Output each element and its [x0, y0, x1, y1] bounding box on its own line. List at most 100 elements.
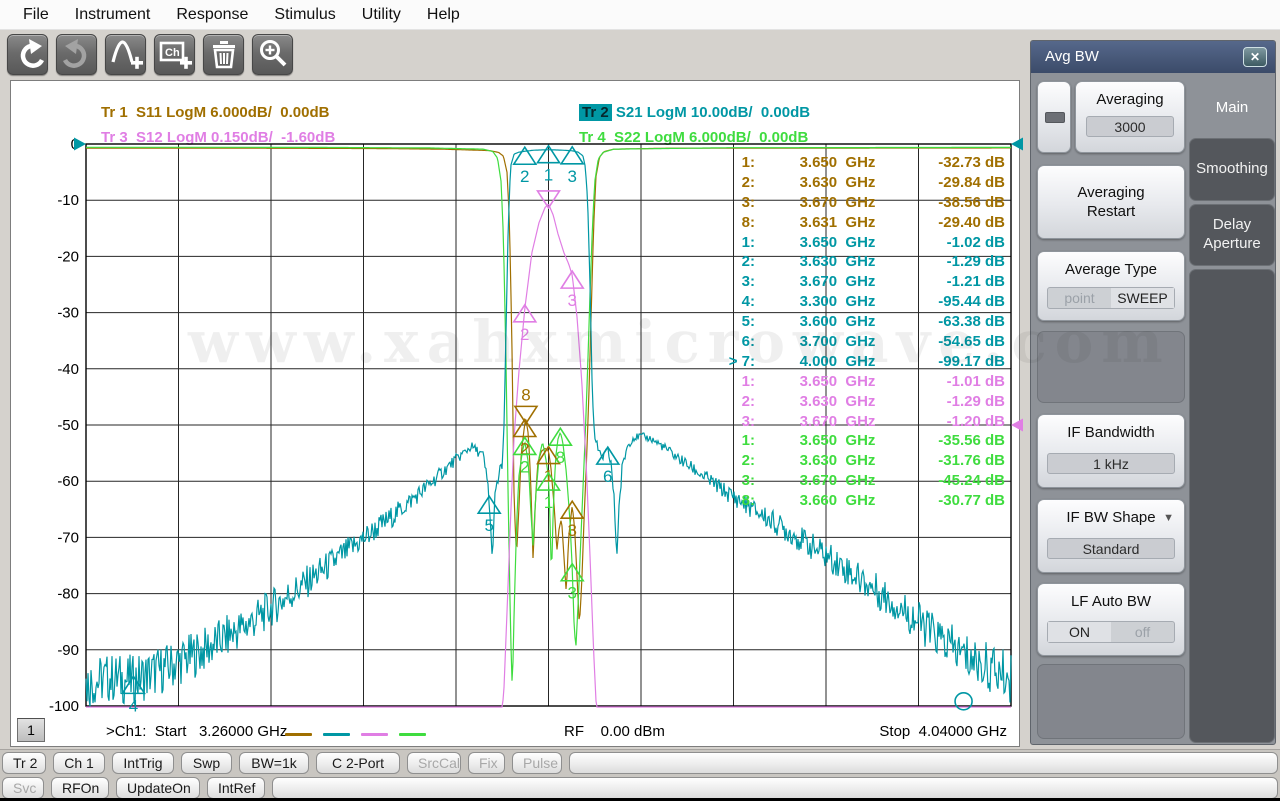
statusbar-rfon[interactable]: RFOn: [51, 777, 109, 799]
marker-value: -45.24 dB: [920, 471, 1005, 491]
tab-smoothing[interactable]: Smoothing: [1189, 138, 1275, 201]
marker-table-row: 1:3.650 GHz-32.73 dB: [713, 153, 1005, 173]
average-type-toggle[interactable]: point SWEEP: [1047, 287, 1175, 309]
marker-frequency: 3.670 GHz: [755, 471, 920, 491]
if-bandwidth-value[interactable]: 1 kHz: [1047, 453, 1175, 474]
tab-main[interactable]: Main: [1189, 77, 1275, 137]
marker-frequency: 3.670 GHz: [755, 412, 920, 432]
if-bw-shape-value[interactable]: Standard: [1047, 538, 1175, 559]
marker-table-row: 3:3.670 GHz-1.20 dB: [713, 412, 1005, 432]
statusbar-bw-1k[interactable]: BW=1k: [239, 752, 309, 774]
marker-number: > 7:: [713, 352, 755, 372]
lf-auto-bw-off-option[interactable]: off: [1111, 622, 1174, 642]
statusbar-swp[interactable]: Swp: [181, 752, 232, 774]
lf-auto-bw-button[interactable]: LF Auto BW ON off: [1037, 583, 1185, 656]
add-trace-button[interactable]: [105, 34, 146, 75]
averaging-restart-button[interactable]: Averaging Restart: [1037, 165, 1185, 239]
statusbar-ch-1[interactable]: Ch 1: [53, 752, 105, 774]
marker-label: 1: [544, 467, 553, 486]
marker-number: 3:: [713, 471, 755, 491]
marker-table-row: 2:3.630 GHz-31.76 dB: [713, 451, 1005, 471]
marker-frequency: 3.300 GHz: [755, 292, 920, 312]
marker-frequency: 3.630 GHz: [755, 173, 920, 193]
tab-strip-filler: [1189, 269, 1275, 743]
marker-value: -1.29 dB: [920, 252, 1005, 272]
reference-level-arrow[interactable]: [1011, 138, 1023, 151]
marker-value: -1.01 dB: [920, 372, 1005, 392]
statusbar-intref[interactable]: IntRef: [207, 777, 265, 799]
statusbar-tr-2[interactable]: Tr 2: [2, 752, 46, 774]
menu-item-stimulus[interactable]: Stimulus: [261, 0, 348, 30]
svg-text:Ch: Ch: [165, 47, 180, 59]
averaging-label: Averaging: [1076, 91, 1184, 108]
average-type-point-option[interactable]: point: [1048, 288, 1111, 308]
if-bandwidth-button[interactable]: IF Bandwidth 1 kHz: [1037, 414, 1185, 488]
chart-window: Tr 1 S11 LogM 6.000dB/ 0.00dB Tr 2 S21 L…: [10, 80, 1020, 747]
marker-frequency: 3.670 GHz: [755, 272, 920, 292]
averaging-restart-label: Averaging Restart: [1066, 183, 1156, 222]
menu-item-instrument[interactable]: Instrument: [62, 0, 164, 30]
averaging-value[interactable]: 3000: [1086, 116, 1174, 137]
delete-icon: [205, 35, 243, 73]
marker-number: 3:: [713, 272, 755, 292]
toggle-slot: [1045, 112, 1065, 123]
y-axis-tick-label: -60: [57, 473, 79, 490]
marker-value: -1.21 dB: [920, 272, 1005, 292]
marker-8-triangle[interactable]: [549, 428, 571, 445]
marker-label: 1: [544, 166, 553, 185]
statusbar-inttrig[interactable]: IntTrig: [112, 752, 174, 774]
y-axis-tick-label: -70: [57, 529, 79, 546]
marker-number: 2:: [713, 252, 755, 272]
statusbar-fix: Fix: [468, 752, 505, 774]
status-bar: Tr 2Ch 1IntTrigSwpBW=1kC 2-PortSrcCalFix…: [0, 749, 1280, 801]
marker-number: 1:: [713, 372, 755, 392]
marker-table-row: 4:3.300 GHz-95.44 dB: [713, 292, 1005, 312]
marker-label: 3: [567, 584, 576, 603]
marker-label: 3: [567, 167, 576, 186]
marker-value: -38.56 dB: [920, 193, 1005, 213]
menu-item-file[interactable]: File: [10, 0, 62, 30]
tab-delay-aperture[interactable]: Delay Aperture: [1189, 204, 1275, 266]
if-bw-shape-button[interactable]: IF BW Shape ▼ Standard: [1037, 499, 1185, 573]
marker-frequency: 3.700 GHz: [755, 332, 920, 352]
undo-icon: [9, 35, 47, 73]
close-icon[interactable]: ✕: [1243, 47, 1267, 67]
lf-auto-bw-on-option[interactable]: ON: [1048, 622, 1111, 642]
marker-frequency: 3.650 GHz: [755, 233, 920, 253]
marker-table: 1:3.650 GHz-32.73 dB2:3.630 GHz-29.84 dB…: [713, 153, 1005, 511]
zoom-button[interactable]: [252, 34, 293, 75]
averaging-toggle-button[interactable]: [1037, 81, 1071, 153]
undo-button[interactable]: [7, 34, 48, 75]
menu-item-help[interactable]: Help: [414, 0, 473, 30]
average-type-label: Average Type: [1038, 261, 1184, 278]
average-type-sweep-option[interactable]: SWEEP: [1111, 288, 1174, 308]
reference-level-arrow[interactable]: [1011, 419, 1023, 432]
lf-auto-bw-toggle[interactable]: ON off: [1047, 621, 1175, 643]
marker-3-triangle[interactable]: [561, 147, 583, 164]
average-type-button[interactable]: Average Type point SWEEP: [1037, 251, 1185, 321]
panel-title[interactable]: Avg BW: [1031, 41, 1275, 73]
y-axis-tick-label: -90: [57, 642, 79, 659]
averaging-button[interactable]: Averaging 3000: [1075, 81, 1185, 153]
marker-frequency: 3.650 GHz: [755, 431, 920, 451]
add-channel-button[interactable]: Ch: [154, 34, 195, 75]
empty-softkey-1: [1037, 331, 1185, 403]
marker-label: 2: [520, 457, 529, 476]
statusbar-c-2-port[interactable]: C 2-Port: [316, 752, 400, 774]
marker-label: 2: [520, 325, 529, 344]
menu-item-utility[interactable]: Utility: [349, 0, 414, 30]
empty-softkey-2: [1037, 664, 1185, 739]
y-axis-tick-label: -10: [57, 192, 79, 209]
reference-level-arrow[interactable]: [74, 138, 86, 151]
marker-table-row: 2:3.630 GHz-1.29 dB: [713, 392, 1005, 412]
vna-application: File Instrument Response Stimulus Utilit…: [0, 0, 1280, 801]
statusbar-empty: [272, 777, 1278, 799]
statusbar-updateon[interactable]: UpdateOn: [116, 777, 200, 799]
marker-value: -99.17 dB: [920, 352, 1005, 372]
legend-dash-tr3: [361, 733, 388, 736]
if-bandwidth-label: IF Bandwidth: [1038, 424, 1184, 441]
marker-frequency: 3.630 GHz: [755, 451, 920, 471]
legend-dash-tr4: [399, 733, 426, 736]
delete-button[interactable]: [203, 34, 244, 75]
menu-item-response[interactable]: Response: [163, 0, 261, 30]
